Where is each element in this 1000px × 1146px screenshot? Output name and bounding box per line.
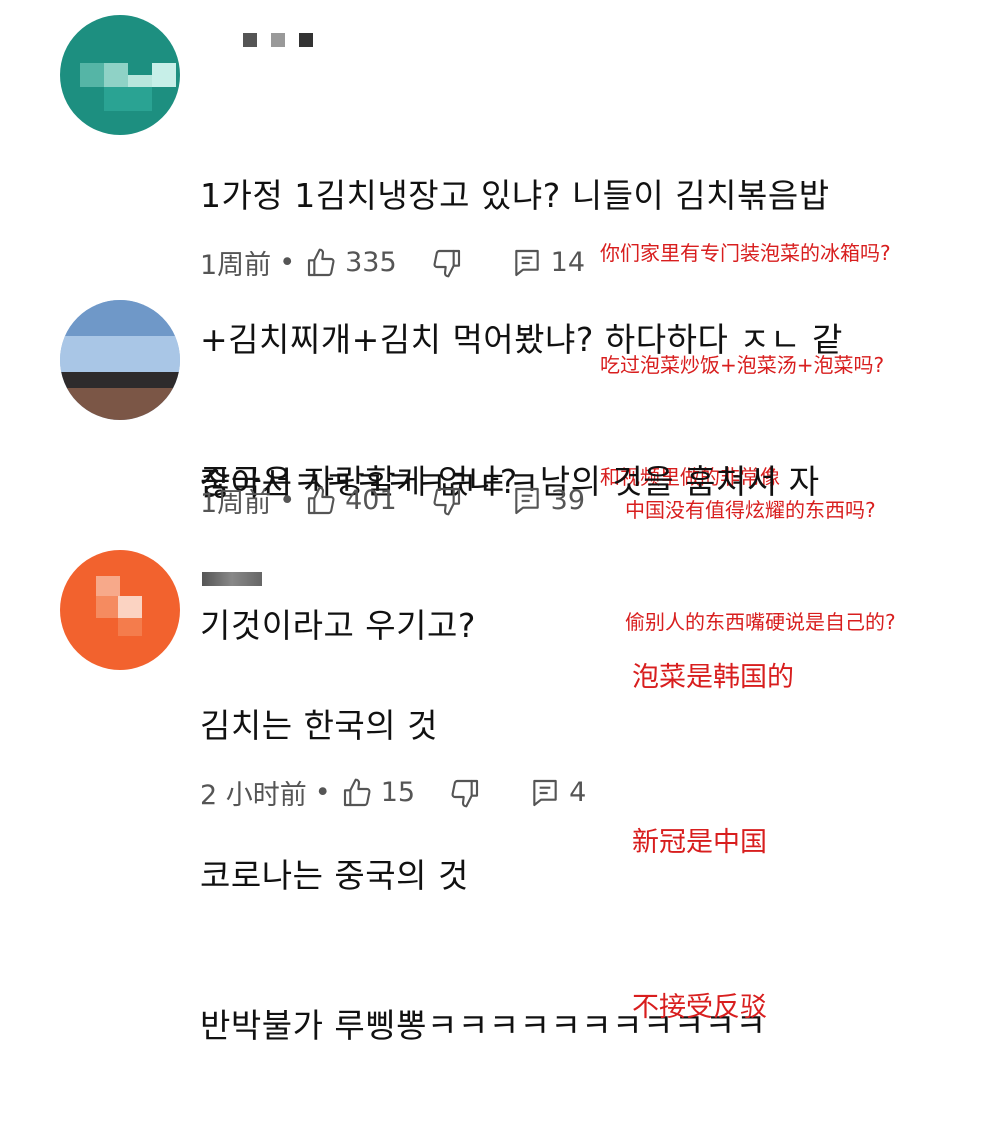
annotation-line: 你们家里有专门装泡菜的冰箱吗? (600, 241, 891, 265)
reply-count[interactable]: 14 (551, 247, 585, 278)
avatar-pixel (80, 63, 104, 87)
timestamp: 1周前 (200, 488, 272, 519)
like-count: 335 (345, 247, 397, 278)
like-count: 401 (345, 485, 397, 516)
avatar-pixel (96, 576, 120, 596)
comment-icon[interactable] (529, 777, 561, 809)
thumbs-up-icon[interactable] (305, 485, 337, 517)
meta-separator: • (314, 777, 331, 808)
avatar[interactable] (60, 550, 180, 670)
avatar-pixel (96, 596, 118, 618)
avatar[interactable] (60, 15, 180, 135)
thumbs-down-icon[interactable] (449, 777, 481, 809)
avatar-pixel (60, 336, 180, 372)
reply-count[interactable]: 39 (551, 485, 585, 516)
username-blurred[interactable] (202, 572, 262, 586)
comment-icon[interactable] (511, 485, 543, 517)
avatar-pixel (104, 63, 128, 87)
avatar-pixel (104, 87, 152, 111)
like-count: 15 (380, 777, 416, 808)
thumbs-down-icon[interactable] (431, 485, 463, 517)
comment-meta: 1周前 • 335 14 (200, 243, 585, 282)
avatar-pixel (118, 618, 142, 636)
avatar[interactable] (60, 300, 180, 420)
avatar-pixel (118, 596, 142, 618)
translation-annotation: 泡菜是韩国的 新冠是中国 不接受反驳 (632, 540, 794, 1145)
comment-meta: 2 小时前 • 15 4 (200, 773, 586, 812)
avatar-pixel (128, 75, 152, 87)
username-blurred[interactable] (243, 33, 313, 47)
annotation-line: 中国没有值得炫耀的东西吗? (625, 498, 876, 522)
thumbs-down-icon[interactable] (431, 247, 463, 279)
timestamp: 2 小时前 (200, 780, 307, 811)
avatar-pixel (60, 388, 180, 420)
thumbs-up-icon[interactable] (341, 777, 373, 809)
meta-separator: • (279, 247, 296, 278)
timestamp: 1周前 (200, 250, 272, 281)
avatar-pixel (152, 63, 176, 87)
thumbs-up-icon[interactable] (305, 247, 337, 279)
annotation-line: 泡菜是韩国的 (632, 662, 794, 693)
avatar-pixel (60, 372, 180, 388)
annotation-line: 新冠是中国 (632, 827, 767, 858)
meta-separator: • (279, 485, 296, 516)
annotation-line: 不接受反驳 (632, 992, 767, 1023)
comment-icon[interactable] (511, 247, 543, 279)
reply-count[interactable]: 4 (569, 777, 586, 808)
comment-meta: 1周前 • 401 39 (200, 481, 585, 520)
avatar-pixel (60, 300, 180, 336)
